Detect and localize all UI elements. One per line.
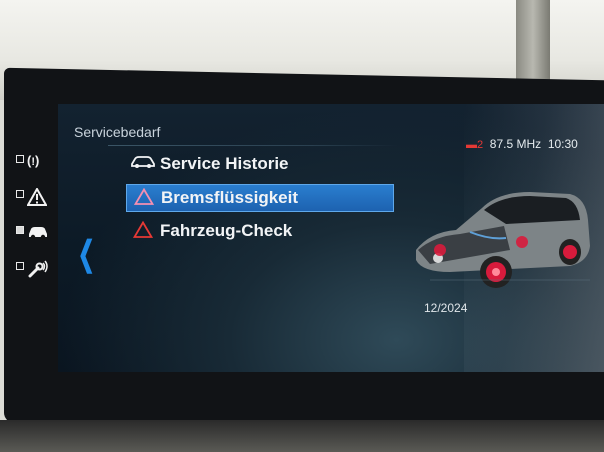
- clock: 10:30: [547, 137, 578, 151]
- vehicle-count: 2: [477, 139, 484, 151]
- dashboard-trim: [0, 420, 604, 452]
- side-item-tire-pressure[interactable]: (!): [16, 153, 52, 177]
- back-chevron-icon[interactable]: ❮: [78, 234, 95, 274]
- warning-triangle-icon: [127, 187, 161, 209]
- car-service-icon: [27, 224, 49, 244]
- status-bar: ▬2 87.5 MHz 10:30: [466, 137, 578, 151]
- menu-item-label: Bremsflüssigkeit: [161, 188, 298, 207]
- car-icon: [126, 155, 160, 173]
- menu-item-label: Service Historie: [160, 154, 289, 173]
- checkbox: [16, 190, 24, 198]
- vehicle-illustration: [410, 180, 600, 310]
- warning-triangle-icon: [126, 220, 160, 242]
- vehicle-icon: ▬: [466, 139, 477, 151]
- menu-item-bremsfluessigkeit[interactable]: Bremsflüssigkeit: [126, 184, 394, 212]
- side-item-service[interactable]: [16, 224, 52, 248]
- wrench-call-icon: [27, 260, 49, 282]
- checkbox: [16, 155, 24, 163]
- checkbox: [16, 262, 24, 270]
- title-divider: [108, 145, 398, 146]
- tire-pressure-icon: (!): [27, 153, 40, 168]
- checkbox-checked: [16, 226, 24, 234]
- side-item-teleservice[interactable]: [16, 260, 52, 284]
- menu-item-fahrzeug-check[interactable]: Fahrzeug-Check: [126, 218, 392, 244]
- page-title: Servicebedarf: [74, 124, 161, 140]
- radio-frequency: 87.5 MHz: [489, 137, 542, 151]
- menu-item-service-historie[interactable]: Service Historie: [126, 151, 392, 177]
- menu-item-label: Fahrzeug-Check: [160, 221, 293, 240]
- side-item-warnings[interactable]: [16, 186, 52, 212]
- service-date: 12/2024: [424, 301, 468, 315]
- warning-triangle-icon: [26, 186, 48, 210]
